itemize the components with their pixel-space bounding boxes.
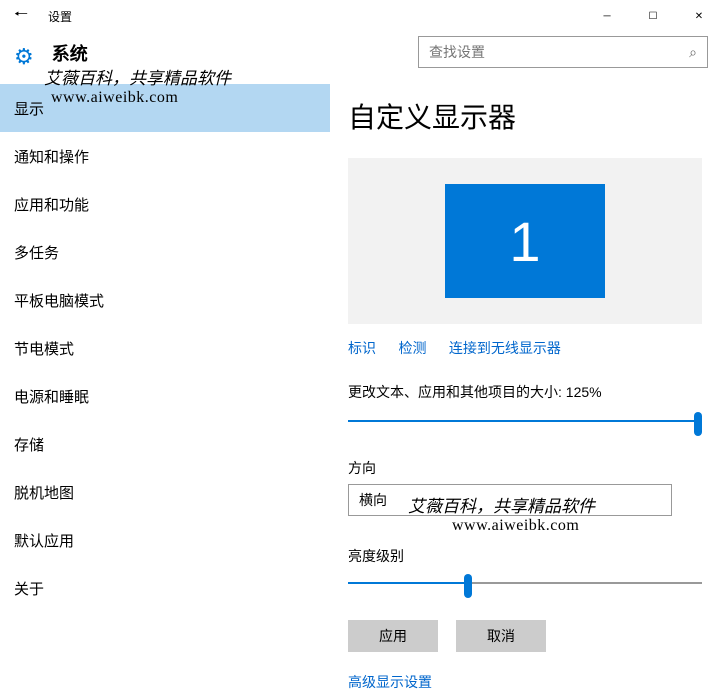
search-icon: ⌕ [689, 44, 697, 61]
titlebar: 🠐 设置 ─ ☐ ✕ [0, 0, 722, 32]
brightness-label: 亮度级别 [348, 546, 702, 566]
sidebar: 显示 通知和操作 应用和功能 多任务 平板电脑模式 节电模式 电源和睡眠 存储 … [0, 84, 330, 692]
display-links: 标识 检测 连接到无线显示器 [348, 338, 702, 358]
orientation-label: 方向 [348, 458, 702, 478]
sidebar-item-defaults[interactable]: 默认应用 [0, 516, 330, 564]
window-title: 设置 [48, 8, 72, 25]
watermark-url-2: www.aiweibk.com [452, 517, 579, 535]
sidebar-item-apps[interactable]: 应用和功能 [0, 180, 330, 228]
button-row: 应用 取消 [348, 620, 702, 652]
identify-link[interactable]: 标识 [348, 340, 376, 356]
advanced-display-link[interactable]: 高级显示设置 [348, 674, 432, 690]
main-panel: 自定义显示器 1 标识 检测 连接到无线显示器 更改文本、应用和其他项目的大小:… [330, 84, 722, 692]
sidebar-item-power[interactable]: 电源和睡眠 [0, 372, 330, 420]
back-arrow-icon[interactable]: 🠐 [14, 3, 28, 30]
search-input[interactable] [429, 44, 669, 60]
scale-slider[interactable] [348, 410, 702, 438]
minimize-button[interactable]: ─ [584, 0, 630, 32]
orientation-value: 横向 [359, 490, 387, 510]
gear-icon: ⚙ [14, 44, 34, 70]
maximize-button[interactable]: ☐ [630, 0, 676, 32]
header-title: 系统 [52, 40, 88, 66]
watermark-url: www.aiweibk.com [51, 89, 178, 107]
sidebar-item-storage[interactable]: 存储 [0, 420, 330, 468]
apply-button[interactable]: 应用 [348, 620, 438, 652]
sidebar-item-battery[interactable]: 节电模式 [0, 324, 330, 372]
sidebar-item-notifications[interactable]: 通知和操作 [0, 132, 330, 180]
brightness-slider[interactable] [348, 572, 702, 600]
search-box[interactable]: ⌕ [418, 36, 708, 68]
monitor-1[interactable]: 1 [445, 184, 605, 298]
wireless-display-link[interactable]: 连接到无线显示器 [449, 340, 561, 356]
cancel-button[interactable]: 取消 [456, 620, 546, 652]
scale-label: 更改文本、应用和其他项目的大小: 125% [348, 382, 702, 402]
sidebar-item-multitask[interactable]: 多任务 [0, 228, 330, 276]
sidebar-item-about[interactable]: 关于 [0, 564, 330, 612]
detect-link[interactable]: 检测 [398, 340, 426, 356]
header-row: ⚙ 系统 ⌕ [0, 32, 722, 84]
page-title: 自定义显示器 [348, 96, 702, 136]
orientation-select[interactable]: 横向 [348, 484, 672, 516]
monitor-preview-area: 1 [348, 158, 702, 324]
sidebar-item-maps[interactable]: 脱机地图 [0, 468, 330, 516]
sidebar-item-tablet[interactable]: 平板电脑模式 [0, 276, 330, 324]
close-button[interactable]: ✕ [676, 0, 722, 32]
window-controls: ─ ☐ ✕ [584, 0, 722, 32]
